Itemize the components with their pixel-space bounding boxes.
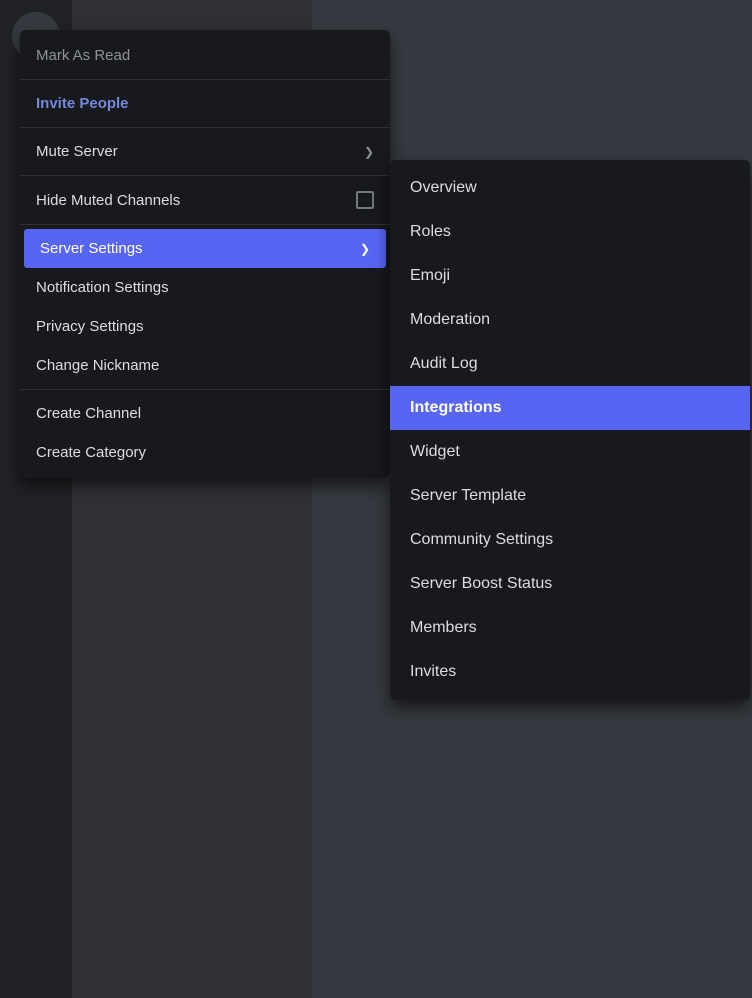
hide-muted-checkbox[interactable]: [356, 191, 374, 209]
submenu-item-audit-log[interactable]: Audit Log: [390, 342, 750, 386]
menu-divider-4: [20, 224, 390, 225]
menu-item-invite-people[interactable]: Invite People: [20, 84, 390, 123]
menu-item-notification-settings[interactable]: Notification Settings: [20, 268, 390, 307]
chevron-right-server-settings-icon: ❯: [360, 242, 370, 256]
submenu-item-server-template[interactable]: Server Template: [390, 474, 750, 518]
menu-item-change-nickname[interactable]: Change Nickname: [20, 346, 390, 385]
primary-context-menu: Mark As Read Invite People Mute Server ❯…: [20, 30, 390, 478]
submenu-item-roles[interactable]: Roles: [390, 210, 750, 254]
submenu-item-community-settings[interactable]: Community Settings: [390, 518, 750, 562]
menu-divider-3: [20, 175, 390, 176]
menu-item-privacy-settings[interactable]: Privacy Settings: [20, 307, 390, 346]
menu-item-mark-as-read[interactable]: Mark As Read: [20, 36, 390, 75]
menu-divider-1: [20, 79, 390, 80]
menu-item-hide-muted-channels[interactable]: Hide Muted Channels: [20, 180, 390, 220]
submenu-item-server-boost-status[interactable]: Server Boost Status: [390, 562, 750, 606]
server-settings-submenu: Overview Roles Emoji Moderation Audit Lo…: [390, 160, 750, 700]
menu-item-create-channel[interactable]: Create Channel: [20, 394, 390, 433]
menu-item-create-category[interactable]: Create Category: [20, 433, 390, 472]
submenu-item-members[interactable]: Members: [390, 606, 750, 650]
menu-divider-5: [20, 389, 390, 390]
submenu-item-emoji[interactable]: Emoji: [390, 254, 750, 298]
submenu-item-invites[interactable]: Invites: [390, 650, 750, 694]
submenu-item-widget[interactable]: Widget: [390, 430, 750, 474]
menu-divider-2: [20, 127, 390, 128]
submenu-item-moderation[interactable]: Moderation: [390, 298, 750, 342]
menu-item-server-settings[interactable]: Server Settings ❯: [24, 229, 386, 268]
menu-item-mute-server[interactable]: Mute Server ❯: [20, 132, 390, 171]
submenu-item-integrations[interactable]: Integrations: [390, 386, 750, 430]
submenu-item-overview[interactable]: Overview: [390, 166, 750, 210]
chevron-right-icon: ❯: [364, 145, 374, 159]
